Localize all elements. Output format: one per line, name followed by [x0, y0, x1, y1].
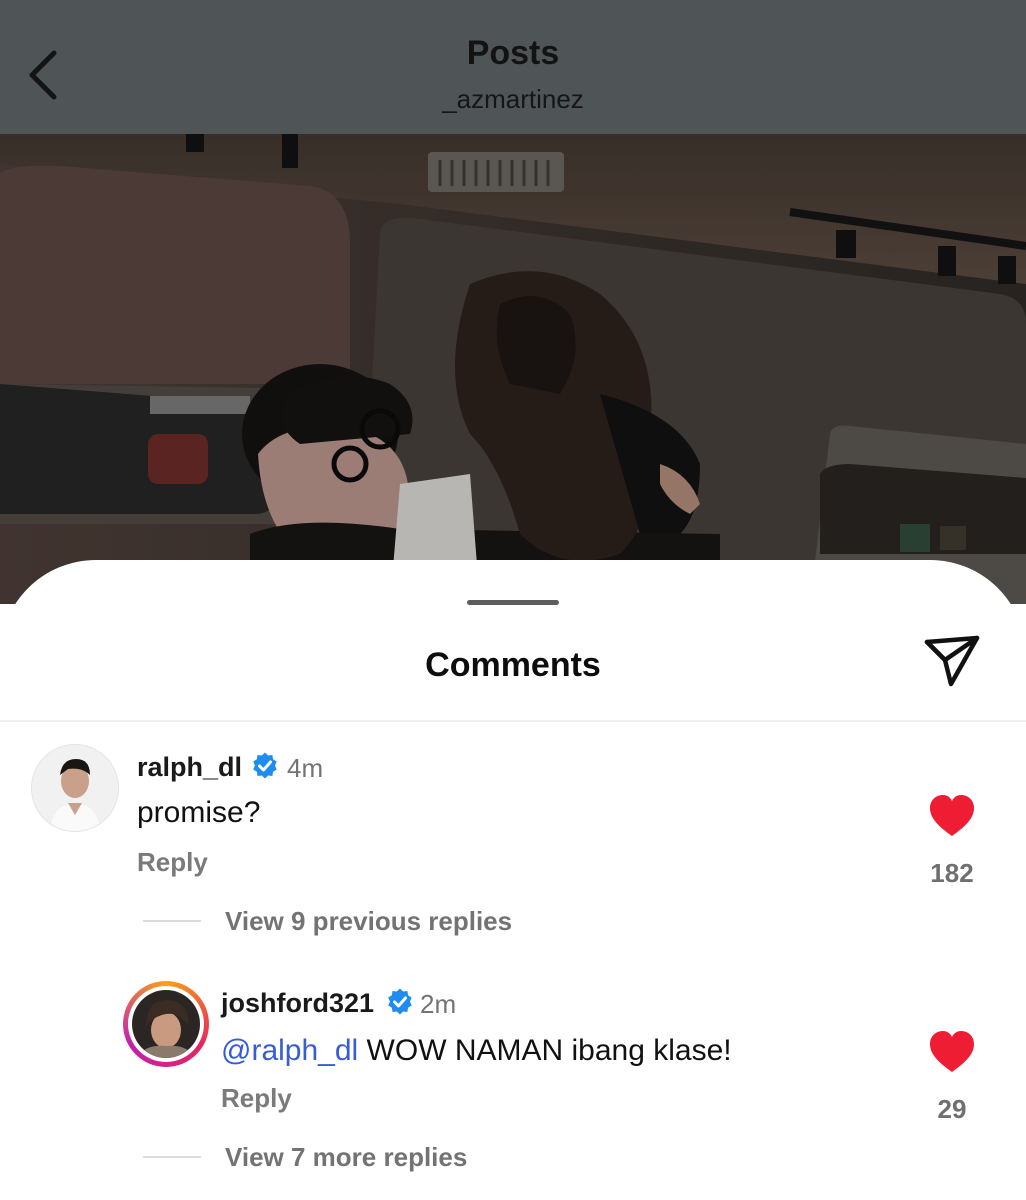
top-header: Posts _azmartinez	[0, 0, 1026, 134]
comments-sheet: Comments ralph_dl 4m promise? Reply 182 …	[0, 560, 1026, 1200]
comment-body: WOW NAMAN ibang klase!	[358, 1034, 732, 1067]
avatar-image	[32, 745, 118, 831]
view-more-replies-button[interactable]: View 7 more replies	[225, 1142, 467, 1173]
comment-username[interactable]: ralph_dl	[137, 752, 242, 783]
paper-plane-icon	[924, 635, 980, 687]
comment-text: promise?	[137, 796, 261, 829]
avatar[interactable]	[123, 981, 209, 1067]
reply-button[interactable]: Reply	[221, 1083, 292, 1114]
verified-badge-icon	[388, 988, 412, 1015]
post-photo-image	[0, 134, 1026, 604]
verified-badge-icon	[253, 752, 277, 779]
comment-username[interactable]: joshford321	[221, 988, 374, 1019]
avatar-image	[132, 990, 200, 1058]
header-divider	[0, 720, 1026, 722]
reply-button[interactable]: Reply	[137, 847, 208, 878]
share-button[interactable]	[918, 630, 986, 692]
mention-link[interactable]: @ralph_dl	[221, 1034, 358, 1067]
avatar[interactable]	[31, 744, 119, 832]
like-count: 182	[930, 858, 974, 888]
comment-timestamp: 4m	[287, 753, 324, 783]
page-subtitle-username[interactable]: _azmartinez	[0, 84, 1026, 115]
heart-icon[interactable]	[928, 794, 976, 838]
sheet-grabber-handle[interactable]	[467, 600, 559, 605]
comment-text: @ralph_dl WOW NAMAN ibang klase!	[221, 1034, 732, 1068]
view-replies-line	[143, 920, 201, 922]
comment-timestamp: 2m	[420, 989, 457, 1019]
view-previous-replies-button[interactable]: View 9 previous replies	[225, 906, 512, 937]
sheet-title: Comments	[425, 646, 601, 684]
view-replies-line	[143, 1156, 201, 1158]
heart-icon[interactable]	[928, 1030, 976, 1074]
page-title: Posts	[466, 34, 560, 72]
post-photo[interactable]	[0, 134, 1026, 604]
like-count: 29	[937, 1094, 967, 1124]
